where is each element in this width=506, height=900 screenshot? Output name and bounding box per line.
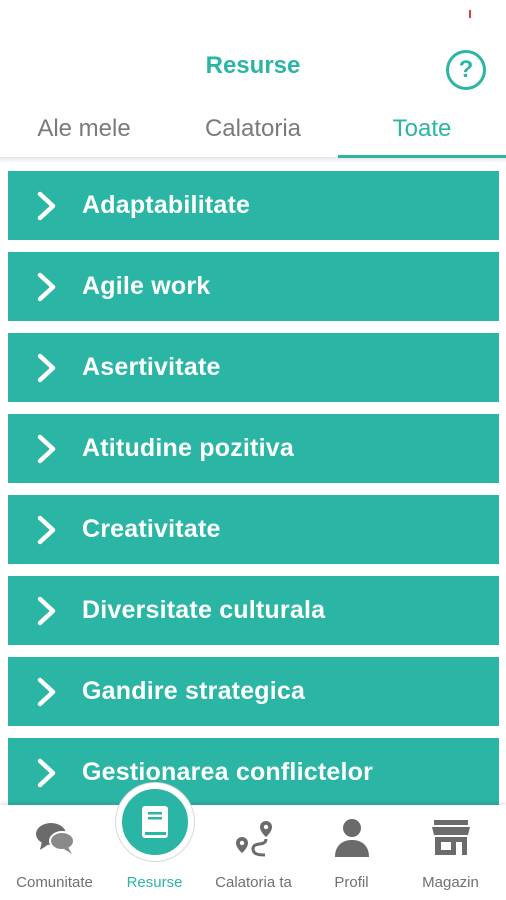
chevron-right-icon (37, 596, 56, 625)
store-icon (432, 820, 470, 855)
chat-bubbles-icon (36, 823, 75, 854)
resource-item-label: Asertivitate (82, 353, 221, 381)
book-icon (142, 806, 168, 838)
resource-item-label: Creativitate (82, 515, 221, 543)
resource-item-atitudine-pozitiva[interactable]: Atitudine pozitiva (8, 414, 499, 483)
resource-list[interactable]: Adaptabilitate Agile work Asertivitate A… (8, 171, 499, 805)
nav-label-calatoria-ta: Calatoria ta (215, 874, 292, 891)
nav-label-magazin: Magazin (422, 874, 479, 891)
nav-calatoria-ta[interactable]: Calatoria ta (203, 805, 304, 900)
resource-item-creativitate[interactable]: Creativitate (8, 495, 499, 564)
route-icon (236, 821, 272, 857)
chevron-right-icon (37, 515, 56, 544)
resource-item-label: Gestionarea conflictelor (82, 758, 373, 786)
resource-item-label: Diversitate culturala (82, 596, 326, 624)
bottom-navigation: Comunitate Resurse Calatoria ta Profil M… (0, 783, 506, 900)
nav-profil[interactable]: Profil (301, 805, 402, 900)
page-title: Resurse (205, 52, 301, 79)
resource-item-gandire-strategica[interactable]: Gandire strategica (8, 657, 499, 726)
app-header: Resurse ? (0, 0, 506, 100)
resource-item-label: Gandire strategica (82, 677, 306, 705)
chevron-right-icon (37, 434, 56, 463)
resource-item-asertivitate[interactable]: Asertivitate (8, 333, 499, 402)
resource-item-label: Adaptabilitate (82, 191, 251, 219)
active-nav-circle (116, 783, 194, 861)
nav-magazin[interactable]: Magazin (400, 805, 501, 900)
nav-resurse[interactable]: Resurse (104, 783, 205, 900)
chevron-right-icon (37, 677, 56, 706)
nav-label-resurse: Resurse (126, 874, 183, 891)
tab-calatoria[interactable]: Calatoria (169, 115, 337, 143)
tab-bar: Ale mele Calatoria Toate (0, 100, 506, 160)
chevron-right-icon (37, 758, 56, 787)
tab-toate[interactable]: Toate (338, 115, 506, 143)
question-circle-icon[interactable]: ? (446, 50, 486, 90)
resource-item-agile-work[interactable]: Agile work (8, 252, 499, 321)
resource-item-label: Atitudine pozitiva (82, 434, 294, 462)
person-icon (335, 819, 369, 857)
chevron-right-icon (37, 353, 56, 382)
active-tab-indicator (338, 155, 506, 158)
resource-item-label: Agile work (82, 272, 211, 300)
nav-comunitate[interactable]: Comunitate (4, 805, 105, 900)
nav-label-profil: Profil (334, 874, 369, 891)
nav-label-comunitate: Comunitate (16, 874, 93, 891)
resource-item-adaptabilitate[interactable]: Adaptabilitate (8, 171, 499, 240)
resource-item-diversitate-culturala[interactable]: Diversitate culturala (8, 576, 499, 645)
chevron-right-icon (37, 272, 56, 301)
chevron-right-icon (37, 191, 56, 220)
tab-ale-mele[interactable]: Ale mele (0, 115, 168, 143)
resource-item-gestionarea-conflictelor[interactable]: Gestionarea conflictelor (8, 738, 499, 805)
